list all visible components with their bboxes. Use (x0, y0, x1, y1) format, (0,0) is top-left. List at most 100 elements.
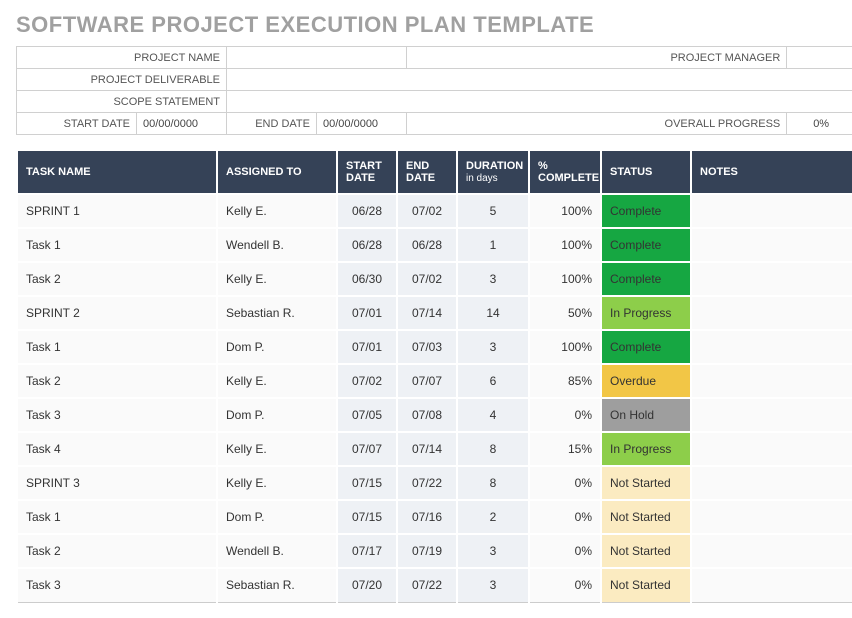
cell-status[interactable]: On Hold (601, 398, 691, 432)
value-project-deliverable[interactable] (227, 69, 852, 91)
cell-assigned[interactable]: Dom P. (217, 500, 337, 534)
cell-task-name[interactable]: Task 1 (17, 500, 217, 534)
cell-pct[interactable]: 100% (529, 228, 601, 262)
cell-end[interactable]: 06/28 (397, 228, 457, 262)
cell-notes[interactable] (691, 432, 852, 466)
cell-end[interactable]: 07/14 (397, 296, 457, 330)
cell-start[interactable]: 07/15 (337, 500, 397, 534)
cell-start[interactable]: 07/01 (337, 330, 397, 364)
cell-status[interactable]: In Progress (601, 432, 691, 466)
value-end-date[interactable]: 00/00/0000 (317, 113, 407, 135)
cell-pct[interactable]: 0% (529, 398, 601, 432)
cell-assigned[interactable]: Kelly E. (217, 262, 337, 296)
cell-task-name[interactable]: Task 2 (17, 534, 217, 568)
cell-end[interactable]: 07/22 (397, 466, 457, 500)
cell-status[interactable]: Complete (601, 194, 691, 228)
cell-status[interactable]: Overdue (601, 364, 691, 398)
cell-end[interactable]: 07/07 (397, 364, 457, 398)
cell-start[interactable]: 07/01 (337, 296, 397, 330)
cell-task-name[interactable]: Task 4 (17, 432, 217, 466)
cell-start[interactable]: 06/30 (337, 262, 397, 296)
cell-pct[interactable]: 0% (529, 534, 601, 568)
cell-notes[interactable] (691, 194, 852, 228)
cell-notes[interactable] (691, 330, 852, 364)
cell-assigned[interactable]: Kelly E. (217, 364, 337, 398)
cell-notes[interactable] (691, 500, 852, 534)
cell-start[interactable]: 07/20 (337, 568, 397, 602)
cell-assigned[interactable]: Kelly E. (217, 194, 337, 228)
cell-duration: 8 (457, 466, 529, 500)
cell-start[interactable]: 06/28 (337, 228, 397, 262)
cell-duration: 2 (457, 500, 529, 534)
cell-notes[interactable] (691, 262, 852, 296)
cell-start[interactable]: 07/02 (337, 364, 397, 398)
cell-assigned[interactable]: Kelly E. (217, 432, 337, 466)
cell-assigned[interactable]: Dom P. (217, 398, 337, 432)
cell-end[interactable]: 07/02 (397, 194, 457, 228)
cell-pct[interactable]: 50% (529, 296, 601, 330)
cell-status[interactable]: Complete (601, 262, 691, 296)
value-project-manager[interactable] (787, 47, 852, 69)
cell-pct[interactable]: 15% (529, 432, 601, 466)
cell-status[interactable]: In Progress (601, 296, 691, 330)
cell-assigned[interactable]: Wendell B. (217, 534, 337, 568)
cell-notes[interactable] (691, 364, 852, 398)
cell-end[interactable]: 07/14 (397, 432, 457, 466)
cell-notes[interactable] (691, 534, 852, 568)
cell-duration: 3 (457, 330, 529, 364)
cell-pct[interactable]: 0% (529, 466, 601, 500)
cell-assigned[interactable]: Wendell B. (217, 228, 337, 262)
cell-task-name[interactable]: Task 3 (17, 398, 217, 432)
cell-status[interactable]: Not Started (601, 534, 691, 568)
cell-end[interactable]: 07/03 (397, 330, 457, 364)
cell-end[interactable]: 07/16 (397, 500, 457, 534)
table-row: Task 1Dom P.07/0107/033100%Complete (17, 330, 852, 364)
cell-start[interactable]: 07/15 (337, 466, 397, 500)
cell-pct[interactable]: 100% (529, 194, 601, 228)
cell-notes[interactable] (691, 296, 852, 330)
cell-assigned[interactable]: Sebastian R. (217, 568, 337, 602)
value-start-date[interactable]: 00/00/0000 (137, 113, 227, 135)
cell-end[interactable]: 07/08 (397, 398, 457, 432)
cell-task-name[interactable]: SPRINT 2 (17, 296, 217, 330)
cell-assigned[interactable]: Kelly E. (217, 466, 337, 500)
table-row: Task 2Wendell B.07/1707/1930%Not Started (17, 534, 852, 568)
table-row: Task 2Kelly E.07/0207/07685%Overdue (17, 364, 852, 398)
cell-assigned[interactable]: Dom P. (217, 330, 337, 364)
cell-task-name[interactable]: Task 2 (17, 262, 217, 296)
cell-start[interactable]: 06/28 (337, 194, 397, 228)
cell-pct[interactable]: 85% (529, 364, 601, 398)
cell-pct[interactable]: 100% (529, 330, 601, 364)
cell-notes[interactable] (691, 228, 852, 262)
table-row: Task 3Dom P.07/0507/0840%On Hold (17, 398, 852, 432)
value-scope-statement[interactable] (227, 91, 852, 113)
table-row: Task 1Wendell B.06/2806/281100%Complete (17, 228, 852, 262)
cell-notes[interactable] (691, 466, 852, 500)
value-project-name[interactable] (227, 47, 407, 69)
cell-task-name[interactable]: SPRINT 3 (17, 466, 217, 500)
cell-task-name[interactable]: Task 1 (17, 228, 217, 262)
cell-task-name[interactable]: SPRINT 1 (17, 194, 217, 228)
cell-assigned[interactable]: Sebastian R. (217, 296, 337, 330)
cell-status[interactable]: Not Started (601, 568, 691, 602)
cell-start[interactable]: 07/17 (337, 534, 397, 568)
cell-end[interactable]: 07/22 (397, 568, 457, 602)
cell-task-name[interactable]: Task 3 (17, 568, 217, 602)
cell-pct[interactable]: 0% (529, 568, 601, 602)
cell-task-name[interactable]: Task 1 (17, 330, 217, 364)
table-row: SPRINT 2Sebastian R.07/0107/141450%In Pr… (17, 296, 852, 330)
cell-end[interactable]: 07/19 (397, 534, 457, 568)
cell-start[interactable]: 07/05 (337, 398, 397, 432)
cell-pct[interactable]: 100% (529, 262, 601, 296)
cell-notes[interactable] (691, 398, 852, 432)
cell-notes[interactable] (691, 568, 852, 602)
cell-start[interactable]: 07/07 (337, 432, 397, 466)
cell-status[interactable]: Not Started (601, 500, 691, 534)
cell-status[interactable]: Not Started (601, 466, 691, 500)
cell-task-name[interactable]: Task 2 (17, 364, 217, 398)
cell-pct[interactable]: 0% (529, 500, 601, 534)
cell-end[interactable]: 07/02 (397, 262, 457, 296)
cell-status[interactable]: Complete (601, 228, 691, 262)
table-row: Task 4Kelly E.07/0707/14815%In Progress (17, 432, 852, 466)
cell-status[interactable]: Complete (601, 330, 691, 364)
